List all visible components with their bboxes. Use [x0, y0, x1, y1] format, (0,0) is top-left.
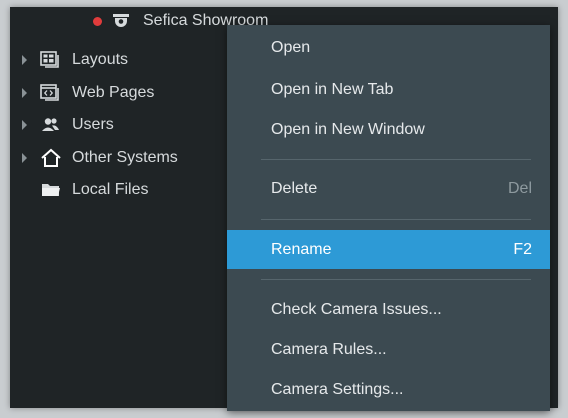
expand-arrow-icon[interactable] — [22, 88, 27, 98]
web-pages-icon — [40, 84, 62, 102]
menu-item-rename[interactable]: Rename F2 — [227, 230, 550, 269]
tree-item-label: Other Systems — [72, 149, 178, 166]
tree-item-label: Users — [72, 116, 114, 133]
menu-item-open-new-window[interactable]: Open in New Window — [227, 111, 550, 149]
home-icon — [40, 148, 62, 167]
tree-item-label: Layouts — [72, 51, 129, 68]
folder-icon — [40, 181, 62, 199]
recording-status-dot — [93, 16, 102, 26]
expand-arrow-icon[interactable] — [22, 120, 27, 130]
menu-item-camera-rules[interactable]: Camera Rules... — [227, 331, 550, 369]
expand-arrow-icon[interactable] — [22, 55, 27, 65]
tree-item-label: Local Files — [72, 181, 149, 198]
expand-arrow-icon[interactable] — [22, 153, 27, 163]
shortcut-hint: F2 — [513, 240, 532, 258]
menu-separator — [261, 159, 531, 160]
layouts-icon — [40, 51, 62, 69]
context-menu: Open Open in New Tab Open in New Window … — [227, 25, 550, 411]
menu-item-camera-settings[interactable]: Camera Settings... — [227, 371, 550, 409]
tree-item-users[interactable]: Users — [10, 111, 230, 139]
shortcut-hint: Del — [507, 180, 532, 197]
menu-item-open-new-tab[interactable]: Open in New Tab — [227, 71, 550, 109]
tree-item-other-systems[interactable]: Other Systems — [10, 144, 230, 172]
camera-icon — [110, 11, 132, 31]
menu-item-delete[interactable]: Delete Del — [227, 170, 550, 208]
tree-item-label: Web Pages — [72, 84, 155, 101]
menu-separator — [261, 279, 531, 280]
menu-separator — [261, 219, 531, 220]
tree-item-web-pages[interactable]: Web Pages — [10, 79, 230, 107]
tree-item-local-files[interactable]: Local Files — [10, 176, 230, 204]
tree-item-layouts[interactable]: Layouts — [10, 46, 230, 74]
menu-item-open[interactable]: Open — [227, 29, 550, 67]
users-icon — [40, 116, 62, 134]
menu-item-check-camera-issues[interactable]: Check Camera Issues... — [227, 291, 550, 329]
